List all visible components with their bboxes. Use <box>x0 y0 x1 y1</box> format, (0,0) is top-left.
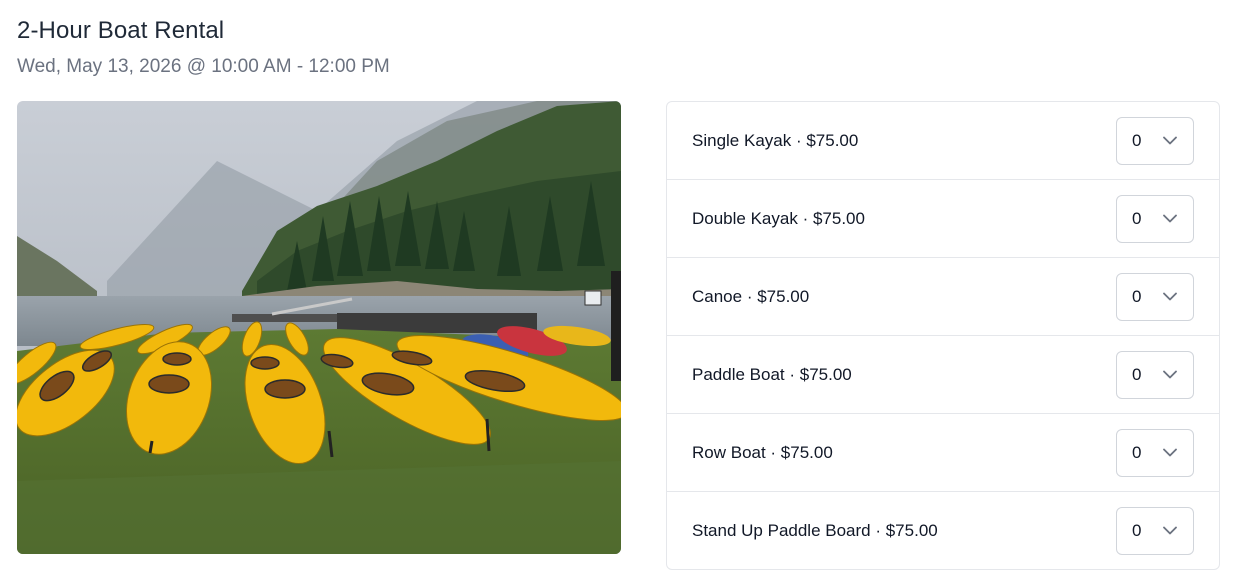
event-datetime: Wed, May 13, 2026 @ 10:00 AM - 12:00 PM <box>17 56 390 77</box>
option-label: Stand Up Paddle Board · $75.00 <box>692 521 938 540</box>
option-row-single-kayak: Single Kayak · $75.00 0 <box>667 102 1219 180</box>
chevron-down-icon <box>1163 292 1177 300</box>
quantity-select[interactable]: 0 <box>1116 272 1194 321</box>
quantity-select[interactable]: 0 <box>1116 194 1194 243</box>
quantity-value: 0 <box>1132 364 1142 384</box>
option-row-canoe: Canoe · $75.00 0 <box>667 258 1219 336</box>
option-label: Single Kayak · $75.00 <box>692 130 859 150</box>
option-row-paddle-boat: Paddle Boat · $75.00 0 <box>667 336 1219 414</box>
quantity-value: 0 <box>1132 130 1142 150</box>
quantity-value: 0 <box>1132 521 1142 540</box>
chevron-down-icon <box>1163 448 1177 456</box>
chevron-down-icon <box>1163 370 1177 378</box>
option-label: Row Boat · $75.00 <box>692 442 833 462</box>
rental-options-panel: Single Kayak · $75.00 0 Double Kayak · $… <box>666 101 1220 570</box>
option-label: Canoe · $75.00 <box>692 286 810 306</box>
option-row-double-kayak: Double Kayak · $75.00 0 <box>667 180 1219 258</box>
quantity-select[interactable]: 0 <box>1116 350 1194 399</box>
quantity-select[interactable]: 0 <box>1116 507 1194 555</box>
quantity-select[interactable]: 0 <box>1116 428 1194 477</box>
option-label: Double Kayak · $75.00 <box>692 208 865 228</box>
quantity-value: 0 <box>1132 208 1142 228</box>
quantity-value: 0 <box>1132 442 1142 462</box>
chevron-down-icon <box>1163 526 1177 535</box>
kayaks-photo <box>17 101 621 554</box>
option-label: Paddle Boat · $75.00 <box>692 364 852 384</box>
quantity-value: 0 <box>1132 286 1142 306</box>
page-title: 2-Hour Boat Rental <box>17 17 225 44</box>
chevron-down-icon <box>1163 214 1177 222</box>
chevron-down-icon <box>1163 136 1177 144</box>
option-row-row-boat: Row Boat · $75.00 0 <box>667 414 1219 492</box>
option-row-stand-up-paddle-board: Stand Up Paddle Board · $75.00 0 <box>667 492 1219 570</box>
quantity-select[interactable]: 0 <box>1116 116 1194 165</box>
